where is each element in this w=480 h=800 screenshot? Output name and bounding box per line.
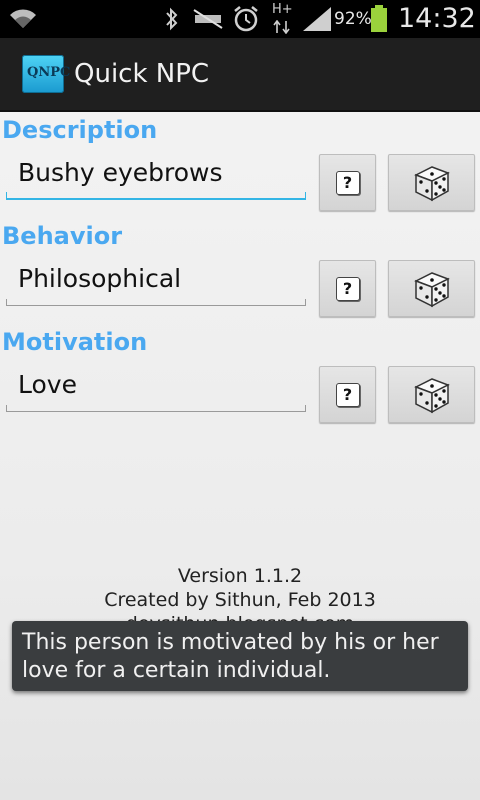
motivation-label: Motivation — [2, 328, 148, 356]
clock-time: 14:32 — [398, 3, 476, 34]
field-underline — [6, 192, 306, 200]
bluetooth-icon — [166, 7, 178, 31]
motivation-value: Love — [18, 370, 77, 399]
question-icon: ? — [335, 276, 360, 301]
question-icon: ? — [335, 170, 360, 195]
mute-icon — [193, 9, 223, 29]
field-underline — [6, 405, 306, 412]
description-label: Description — [2, 116, 158, 144]
dice-icon — [413, 271, 450, 307]
credit-text: Created by Sithun, Feb 2013 — [104, 589, 376, 611]
description-help-button[interactable]: ? — [319, 154, 376, 211]
toast-popup: This person is motivated by his or her l… — [12, 621, 468, 691]
motivation-help-button[interactable]: ? — [319, 366, 376, 423]
description-field[interactable]: Bushy eyebrows — [6, 152, 306, 200]
signal-icon — [303, 7, 331, 31]
battery-icon — [371, 5, 387, 32]
toast-message: This person is motivated by his or her l… — [22, 630, 439, 683]
question-icon: ? — [335, 382, 360, 407]
battery-percent: 92% — [334, 9, 372, 29]
motivation-field[interactable]: Love — [6, 364, 306, 412]
app-logo-icon[interactable]: QNPC — [22, 55, 70, 93]
behavior-help-button[interactable]: ? — [319, 260, 376, 317]
dice-icon — [413, 165, 450, 201]
behavior-value: Philosophical — [18, 264, 182, 293]
dice-icon — [413, 377, 450, 413]
wifi-icon — [10, 9, 36, 28]
behavior-field[interactable]: Philosophical — [6, 258, 306, 306]
data-transfer-icon: H+ — [270, 2, 294, 34]
behavior-label: Behavior — [2, 222, 123, 250]
status-bar: H+ 92% 14:32 — [0, 0, 480, 38]
network-type-label: H+ — [272, 2, 293, 17]
behavior-randomize-button[interactable] — [388, 260, 475, 317]
motivation-randomize-button[interactable] — [388, 366, 475, 423]
action-bar: QNPC Quick NPC — [0, 38, 480, 112]
alarm-icon — [234, 6, 258, 32]
version-text: Version 1.1.2 — [177, 565, 303, 587]
app-logo-text: QNPC — [27, 65, 71, 80]
app-title: Quick NPC — [74, 59, 210, 89]
field-underline — [6, 299, 306, 306]
description-randomize-button[interactable] — [388, 154, 475, 211]
description-value: Bushy eyebrows — [18, 158, 223, 187]
